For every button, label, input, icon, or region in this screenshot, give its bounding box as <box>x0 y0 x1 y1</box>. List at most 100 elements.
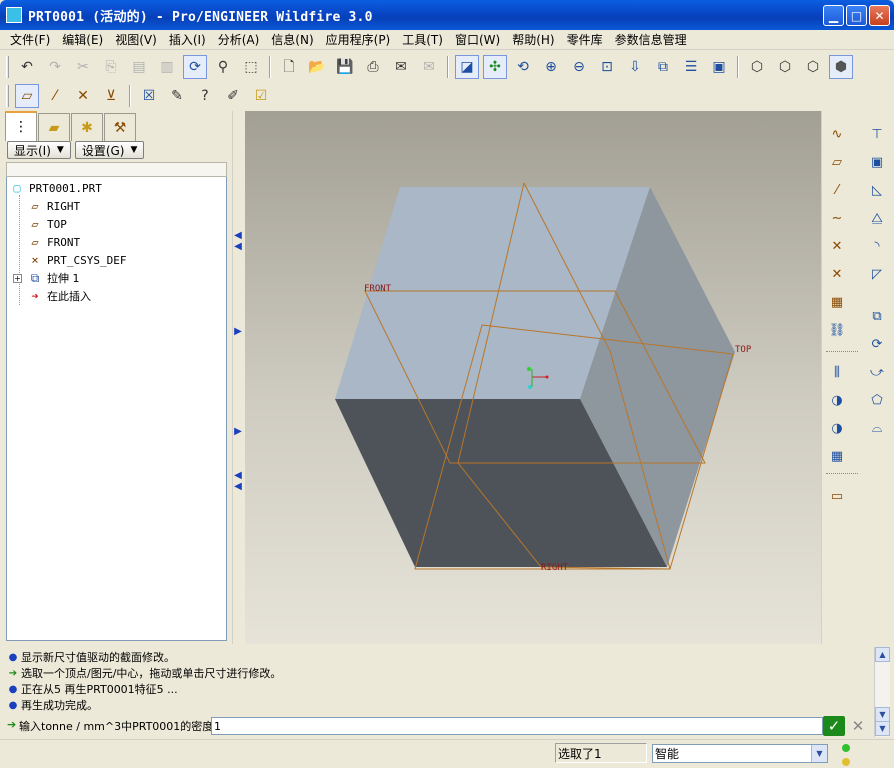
analysis-feature-icon[interactable]: ▦ <box>826 291 848 313</box>
sketched-datum-curve-icon[interactable]: ∿ <box>826 123 848 145</box>
email-link-icon[interactable]: ✉ <box>417 55 441 79</box>
tree-item-part[interactable]: ▢ PRT0001.PRT <box>9 179 101 197</box>
hole-icon[interactable]: ⊤ <box>866 123 888 145</box>
close-button[interactable]: ✕ <box>869 5 890 26</box>
annotation-icon[interactable]: ✐ <box>221 84 245 108</box>
tree-item-extrude[interactable]: ⧉ 拉伸 1 <box>27 269 80 287</box>
orient-mode-icon[interactable]: ⟲ <box>511 55 535 79</box>
menu-info[interactable]: 信息(N) <box>265 31 319 48</box>
csys-tool-icon[interactable]: ✕ <box>826 263 848 285</box>
cancel-x-icon[interactable]: ✕ <box>847 716 869 736</box>
merge-icon[interactable]: ◑ <box>826 389 848 411</box>
tree-item-front[interactable]: ▱ FRONT <box>27 233 80 251</box>
graphics-window[interactable]: FRONT TOP RIGHT <box>245 111 821 644</box>
mirror-icon[interactable]: ⫼ <box>826 361 848 383</box>
blend-icon[interactable]: ⬠ <box>866 389 888 411</box>
expand-icon[interactable]: + <box>13 274 22 283</box>
round-icon[interactable]: ◝ <box>866 235 888 257</box>
email-icon[interactable]: ✉ <box>389 55 413 79</box>
trim-icon[interactable]: ◑ <box>826 417 848 439</box>
boundary-blend-icon[interactable]: ⌓ <box>866 417 888 439</box>
extrude-tool-icon[interactable]: ⧉ <box>866 305 888 327</box>
regenerate-icon[interactable]: ⟳ <box>183 55 207 79</box>
paste-special-icon[interactable]: ▥ <box>155 55 179 79</box>
datum-axis-display-icon[interactable]: ⁄ <box>43 84 67 108</box>
new-file-icon[interactable]: 🗋 <box>277 55 301 79</box>
close-window-icon[interactable]: ☒ <box>137 84 161 108</box>
menu-window[interactable]: 窗口(W) <box>449 31 506 48</box>
datum-plane-display-icon[interactable]: ▱ <box>15 84 39 108</box>
datum-point-tool-icon[interactable]: ✕ <box>826 235 848 257</box>
toolbar-grip[interactable] <box>6 85 9 107</box>
datum-plane-tool-icon[interactable]: ▱ <box>826 151 848 173</box>
connections-tab[interactable]: ⚒ <box>104 113 136 141</box>
navigator-splitter[interactable]: ◀ ◀ ▶ ▶ ◀ ◀ <box>232 111 244 644</box>
toolbar-grip[interactable] <box>6 56 9 78</box>
folder-browser-tab[interactable]: ▰ <box>38 113 70 141</box>
sweep-icon[interactable]: ⤻ <box>866 361 888 383</box>
revolve-tool-icon[interactable]: ⟳ <box>866 333 888 355</box>
collapse-arrow-icon[interactable]: ▶ <box>234 411 242 451</box>
open-folder-icon[interactable]: 📂 <box>305 55 329 79</box>
datum-point-display-icon[interactable]: ✕ <box>71 84 95 108</box>
selection-box-icon[interactable]: ⬚ <box>239 55 263 79</box>
check-icon[interactable]: ☑ <box>249 84 273 108</box>
print-icon[interactable]: ⎙ <box>361 55 385 79</box>
menu-part-library[interactable]: 零件库 <box>561 31 609 48</box>
layers-icon[interactable]: ☰ <box>679 55 703 79</box>
datum-axis-tool-icon[interactable]: ⁄ <box>826 179 848 201</box>
view-manager-icon[interactable]: ▣ <box>707 55 731 79</box>
menu-insert[interactable]: 插入(I) <box>163 31 212 48</box>
model-notes-icon[interactable]: ✎ <box>165 84 189 108</box>
selection-filter-select[interactable]: 智能 ▼ <box>652 744 828 763</box>
datum-curve-tool-icon[interactable]: ∼ <box>826 207 848 229</box>
menu-help[interactable]: 帮助(H) <box>506 31 560 48</box>
minimize-button[interactable]: ▁ <box>823 5 844 26</box>
spin-center-icon[interactable]: ✣ <box>483 55 507 79</box>
menu-parameter-management[interactable]: 参数信息管理 <box>609 31 693 48</box>
shell-icon[interactable]: ▣ <box>866 151 888 173</box>
csys-display-icon[interactable]: ⊻ <box>99 84 123 108</box>
model-tree-tab[interactable]: ⋮ <box>5 111 37 141</box>
accept-check-icon[interactable]: ✓ <box>823 716 845 736</box>
density-input[interactable] <box>211 717 823 735</box>
zoom-in-icon[interactable]: ⊕ <box>539 55 563 79</box>
settings-dropdown[interactable]: 设置(G) ▼ <box>74 141 145 159</box>
refit-icon[interactable]: ⊡ <box>595 55 619 79</box>
scroll-down-icon[interactable]: ▼ <box>875 707 890 722</box>
tree-item-top[interactable]: ▱ TOP <box>27 215 67 233</box>
menu-tools[interactable]: 工具(T) <box>396 31 449 48</box>
rib-icon[interactable]: ◺ <box>866 179 888 201</box>
draft-icon[interactable]: ⧋ <box>866 207 888 229</box>
scroll-down-icon[interactable]: ▼ <box>875 721 890 736</box>
show-dropdown[interactable]: 显示(I) ▼ <box>7 141 71 159</box>
menu-analysis[interactable]: 分析(A) <box>212 31 266 48</box>
message-scrollbar[interactable]: ▲ ▼ ▼ <box>874 647 890 737</box>
menu-edit[interactable]: 编辑(E) <box>56 31 109 48</box>
maximize-button[interactable]: □ <box>846 5 867 26</box>
cut-icon[interactable]: ✂ <box>71 55 95 79</box>
insert-mode-icon[interactable]: ▭ <box>826 485 848 507</box>
favorites-tab[interactable]: ✱ <box>71 113 103 141</box>
find-icon[interactable]: ⚲ <box>211 55 235 79</box>
zoom-out-icon[interactable]: ⊖ <box>567 55 591 79</box>
scroll-up-icon[interactable]: ▲ <box>875 647 890 662</box>
model-viewport[interactable]: FRONT TOP RIGHT <box>245 111 821 644</box>
repaint-icon[interactable]: ◪ <box>455 55 479 79</box>
no-hidden-icon[interactable]: ⬡ <box>801 55 825 79</box>
shading-icon[interactable]: ⬢ <box>829 55 853 79</box>
reorient-icon[interactable]: ⇩ <box>623 55 647 79</box>
collapse-arrow-icon[interactable]: ◀ ◀ <box>234 221 242 261</box>
redo-icon[interactable]: ↷ <box>43 55 67 79</box>
chain-icon[interactable]: ⛓ <box>826 319 848 341</box>
pattern-icon[interactable]: ▦ <box>826 445 848 467</box>
title-bar[interactable]: PRT0001 (活动的) - Pro/ENGINEER Wildfire 3.… <box>0 0 894 30</box>
undo-icon[interactable]: ↶ <box>15 55 39 79</box>
menu-applications[interactable]: 应用程序(P) <box>320 31 397 48</box>
wireframe-icon[interactable]: ⬡ <box>745 55 769 79</box>
tree-item-right[interactable]: ▱ RIGHT <box>27 197 80 215</box>
paste-icon[interactable]: ▤ <box>127 55 151 79</box>
collapse-arrow-icon[interactable]: ◀ ◀ <box>234 461 242 501</box>
tree-item-csys[interactable]: ⨯ PRT_CSYS_DEF <box>27 251 126 269</box>
copy-icon[interactable]: ⎘ <box>99 55 123 79</box>
